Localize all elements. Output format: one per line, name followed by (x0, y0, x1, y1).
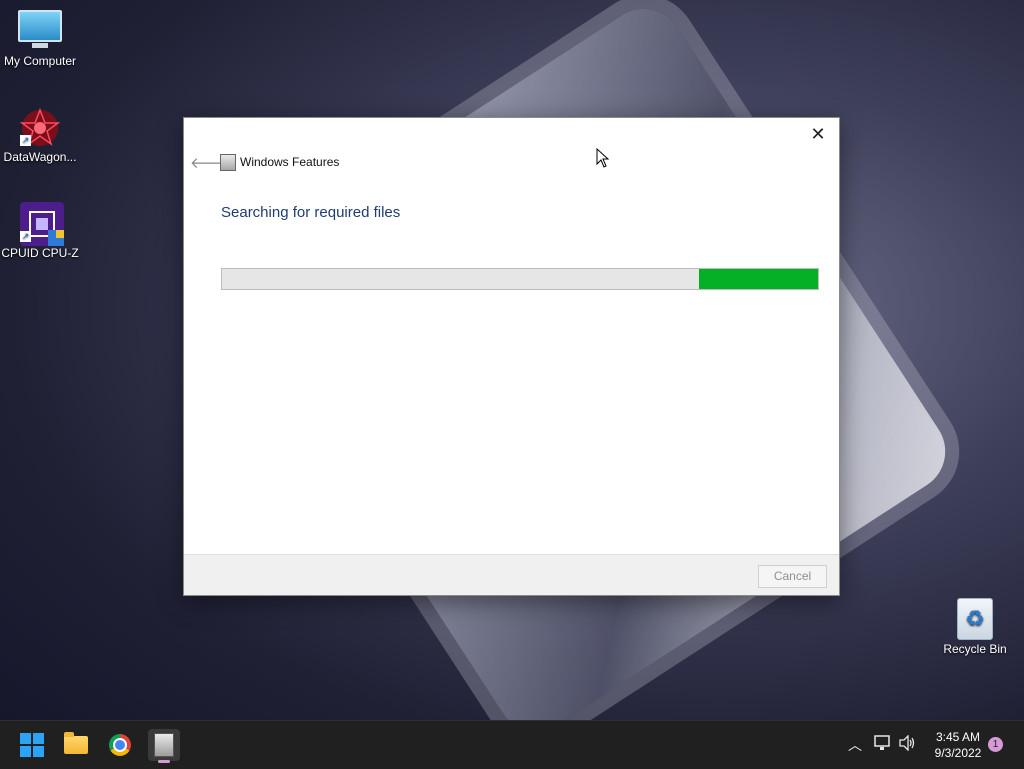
status-heading: Searching for required files (221, 204, 401, 221)
notification-badge[interactable]: 1 (988, 737, 1003, 752)
desktop-icon-label: CPUID CPU-Z (1, 246, 79, 260)
monitor-icon (18, 10, 62, 50)
shortcut-arrow-icon: ↗ (20, 135, 31, 146)
windows-features-dialog: ✕ 🡐 Windows Features Searching for requi… (183, 117, 840, 596)
shortcut-arrow-icon: ↗ (20, 231, 31, 242)
file-explorer-icon (64, 732, 88, 754)
network-icon[interactable] (874, 735, 892, 754)
volume-icon[interactable] (898, 734, 916, 754)
desktop-icon-label: DataWagon... (3, 150, 77, 164)
recycle-bin-icon: ♻ (953, 598, 997, 640)
chrome-icon (109, 734, 131, 756)
dialog-footer: Cancel (184, 554, 839, 595)
cpu-z-icon: ↗ (18, 202, 64, 246)
close-icon: ✕ (810, 124, 826, 144)
desktop-icon-cpu-z[interactable]: ↗ CPUID CPU-Z (0, 202, 80, 260)
desktop-icon-recycle-bin[interactable]: ♻ Recycle Bin (935, 598, 1015, 656)
desktop-icon-label: Recycle Bin (943, 642, 1007, 656)
datawagon-icon: ↗ (18, 106, 62, 146)
chevron-up-icon[interactable]: ︿ (848, 735, 862, 755)
cancel-button[interactable]: Cancel (758, 565, 827, 588)
start-icon (20, 733, 44, 757)
progress-bar (221, 268, 819, 290)
dialog-title: Windows Features (240, 155, 340, 169)
taskbar-file-explorer[interactable] (60, 729, 92, 761)
start-button[interactable] (16, 729, 48, 761)
close-button[interactable]: ✕ (805, 122, 831, 146)
windows-features-icon (220, 154, 236, 171)
taskbar-windows-features[interactable] (148, 729, 180, 763)
taskbar-chrome[interactable] (104, 729, 136, 761)
windows-features-icon (154, 733, 174, 757)
progress-bar-fill (698, 269, 818, 289)
clock-time: 3:45 AM (935, 730, 981, 744)
desktop-icon-my-computer[interactable]: My Computer (0, 10, 80, 68)
desktop-icon-datawagon[interactable]: ↗ DataWagon... (0, 106, 80, 164)
taskbar-clock[interactable]: 3:45 AM 9/3/2022 (924, 729, 992, 761)
clock-date: 9/3/2022 (934, 746, 982, 760)
desktop-icon-label: My Computer (3, 54, 77, 68)
active-indicator (158, 760, 170, 763)
taskbar: ︿ 3:45 AM 9/3/2022 1 (0, 720, 1024, 769)
